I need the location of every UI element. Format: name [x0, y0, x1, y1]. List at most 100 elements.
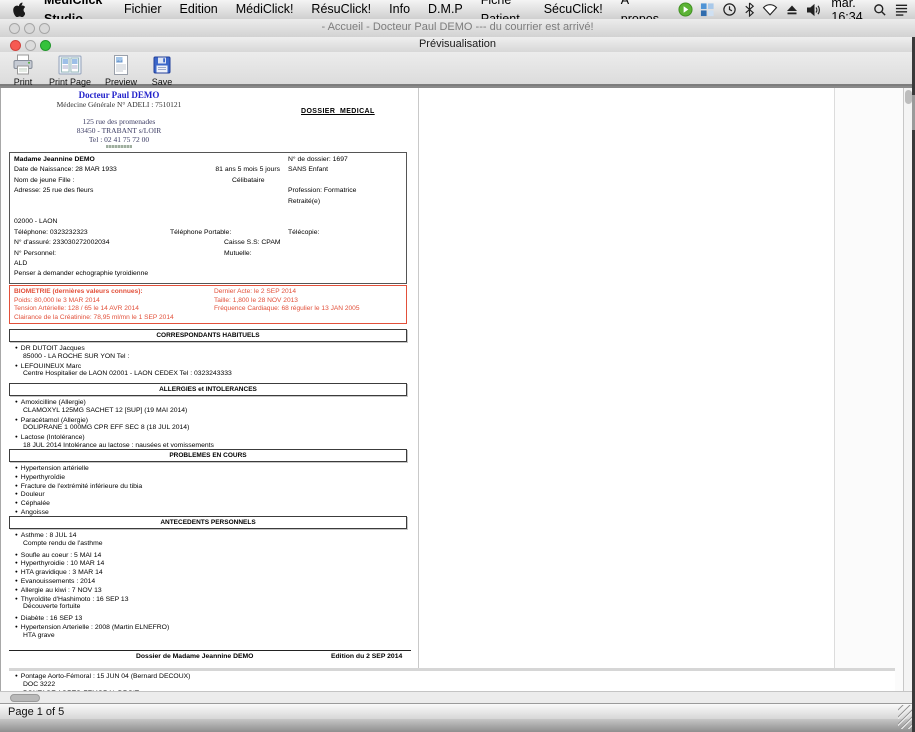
- patient-city: 02000 - LAON: [14, 217, 57, 227]
- menu-item-dmp[interactable]: D.M.P: [419, 0, 472, 19]
- horizontal-scrollbar[interactable]: [0, 691, 915, 703]
- patient-phone: Téléphone: 0323232323: [14, 228, 88, 238]
- patient-insured-number: N° d'assuré: 233030272002034: [14, 238, 109, 248]
- patient-mobile-label: Téléphone Portable:: [170, 228, 231, 238]
- print-page-icon: [57, 54, 83, 76]
- save-floppy-icon: [151, 54, 173, 76]
- patient-note: Penser à demander echographie tyroidienn…: [14, 269, 148, 279]
- print-page-button-label: Print Page: [49, 77, 91, 87]
- patient-address: Adresse: 25 rue des fleurs: [14, 186, 93, 196]
- practitioner-address-2: 83450 - TRABANT s/LOIR: [19, 126, 219, 135]
- list-subline: DOLIPRANE 1 000MG CPR EFF SEC 8 (18 JUL …: [9, 424, 407, 433]
- list-item: Hypertension Arterielle : 2008 (Martin E…: [9, 623, 407, 632]
- list-item: Asthme : 8 JUL 14: [9, 531, 407, 540]
- displays-icon[interactable]: [700, 2, 715, 17]
- patient-marital-status: Célibataire: [232, 176, 265, 186]
- print-button[interactable]: Print: [4, 52, 42, 87]
- section-3: ANTECEDENTS PERSONNELS Asthme : 8 JUL 14C…: [9, 516, 407, 641]
- screen-sharing-icon[interactable]: [678, 2, 693, 17]
- vertical-scrollbar-thumb[interactable]: [905, 90, 912, 104]
- document-page-1: Docteur Paul DEMO Médecine Générale N° A…: [9, 88, 417, 668]
- list-item: HTA gravidique : 3 MAR 14: [9, 568, 407, 577]
- list-item: Hyperthyroïdie: [9, 473, 407, 482]
- practitioner-address-1: 125 rue des promenades: [19, 117, 219, 126]
- biometrie-blood-pressure: Tension Artérielle: 128 / 65 le 14 AVR 2…: [14, 305, 139, 314]
- volume-icon[interactable]: [806, 3, 822, 17]
- footer-edition-date: Edition du 2 SEP 2014: [331, 653, 402, 660]
- list-item: Diabète : 16 SEP 13: [9, 614, 407, 623]
- preview-button[interactable]: Preview: [98, 52, 144, 87]
- section-header: ALLERGIES et INTOLERANCES: [9, 383, 407, 396]
- list-item: DR DUTOIT Jacques: [9, 344, 407, 353]
- biometrie-heart-rate: Fréquence Cardiaque: 68 régulier le 13 J…: [214, 305, 360, 314]
- patient-box: Madame Jeannine DEMON° de dossier: 1697 …: [9, 152, 407, 284]
- section-list: Amoxicilline (Allergie)CLAMOXYL 125MG SA…: [9, 398, 407, 451]
- menu-item-resuclick[interactable]: RésuClick!: [302, 0, 380, 19]
- printer-icon: [11, 54, 35, 76]
- time-machine-icon[interactable]: [722, 2, 737, 17]
- menu-item-edition[interactable]: Edition: [171, 0, 227, 19]
- patient-mutuelle-label: Mutuelle:: [224, 249, 252, 259]
- eject-icon[interactable]: [785, 3, 799, 16]
- preview-area: Docteur Paul DEMO Médecine Générale N° A…: [0, 88, 915, 691]
- status-bar: Page 1 of 5: [0, 703, 915, 719]
- preview-button-label: Preview: [105, 77, 137, 87]
- list-item: Céphalée: [9, 499, 407, 508]
- biometrie-creatinine: Clairance de la Créatinine: 78,95 ml/mn …: [14, 314, 174, 323]
- patient-fax-label: Télécopie:: [288, 228, 319, 238]
- resize-grip-icon[interactable]: [898, 705, 913, 729]
- section-1: ALLERGIES et INTOLERANCES Amoxicilline (A…: [9, 383, 407, 451]
- menu-item-info[interactable]: Info: [380, 0, 419, 19]
- patient-name: Madame Jeannine DEMO: [14, 155, 95, 165]
- page-footer: Dossier de Madame Jeannine DEMO Edition …: [9, 650, 411, 663]
- patient-age: 81 ans 5 mois 5 jours: [160, 165, 280, 175]
- biometrie-last-act: Dernier Acte: le 2 SEP 2014: [214, 288, 296, 297]
- spotlight-icon[interactable]: [873, 3, 887, 17]
- save-button[interactable]: Save: [144, 52, 180, 87]
- list-item: LEFOUINEUX Marc: [9, 362, 407, 371]
- section-header: PROBLEMES EN COURS: [9, 449, 407, 462]
- list-subline: Découverte fortuite: [9, 603, 407, 612]
- bluetooth-icon[interactable]: [744, 2, 755, 17]
- background-window-title: - Accueil - Docteur Paul DEMO --- du cou…: [0, 19, 915, 36]
- list-item: Paracétamol (Allergie): [9, 416, 407, 425]
- list-item: Douleur: [9, 490, 407, 499]
- section-2: PROBLEMES EN COURS Hypertension artériell…: [9, 449, 407, 517]
- print-page-button[interactable]: Print Page: [42, 52, 98, 87]
- apple-menu-icon[interactable]: [0, 2, 35, 17]
- page-count-label: Page 1 of 5: [8, 705, 64, 719]
- list-item: Fracture de l'extrémité inférieure du ti…: [9, 482, 407, 491]
- preview-background: [835, 88, 903, 691]
- patient-maiden-name-label: Nom de jeune Fille :: [14, 176, 74, 186]
- menu-item-fichier[interactable]: Fichier: [115, 0, 171, 19]
- footer-dossier-label: Dossier de Madame Jeannine DEMO: [136, 653, 253, 660]
- menu-item-secuclick[interactable]: SécuClick!: [535, 0, 612, 19]
- print-button-label: Print: [14, 77, 33, 87]
- horizontal-scrollbar-thumb[interactable]: [10, 694, 40, 702]
- window-title: Prévisualisation: [0, 37, 915, 52]
- menu-item-mediclick[interactable]: MédiClick!: [227, 0, 303, 19]
- section-list: Asthme : 8 JUL 14Compte rendu de l'asthm…: [9, 531, 407, 641]
- page-divider: [418, 88, 419, 668]
- biometrie-weight: Poids: 80,000 le 3 MAR 2014: [14, 297, 100, 306]
- toolbar: Print Print Page Preview Save: [0, 52, 915, 86]
- patient-caisse: Caisse S.S: CPAM: [224, 238, 281, 248]
- patient-personal-number-label: N° Personnel:: [14, 249, 56, 259]
- menu-bar: MediClick Studio Fichier Edition MédiCli…: [0, 0, 915, 20]
- preview-icon: [111, 54, 131, 76]
- practitioner-specialty: Médecine Générale N° ADELI : 7510121: [19, 100, 219, 109]
- section-list: Hypertension artérielleHyperthyroïdieFra…: [9, 464, 407, 517]
- biometrie-height: Taille: 1,800 le 28 NOV 2013: [214, 297, 298, 306]
- section-header: CORRESPONDANTS HABITUELS: [9, 329, 407, 342]
- list-subline: 85000 - LA ROCHE SUR YON Tel :: [9, 353, 407, 362]
- biometrie-title: BIOMETRIE (dernières valeurs connues):: [14, 288, 143, 297]
- list-item: Pontage Aorto-Fémoral : 15 JUN 04 (Berna…: [9, 672, 417, 681]
- notification-center-icon[interactable]: [894, 3, 909, 16]
- section-header: ANTECEDENTS PERSONNELS: [9, 516, 407, 529]
- patient-ald: ALD: [14, 259, 27, 269]
- patient-dossier-number: N° de dossier: 1697: [288, 155, 348, 165]
- patient-children: SANS Enfant: [288, 165, 328, 175]
- wifi-icon[interactable]: [762, 3, 778, 16]
- patient-birthdate: Date de Naissance: 28 MAR 1933: [14, 165, 117, 175]
- list-item: Hyperthyroidie : 10 MAR 14: [9, 559, 407, 568]
